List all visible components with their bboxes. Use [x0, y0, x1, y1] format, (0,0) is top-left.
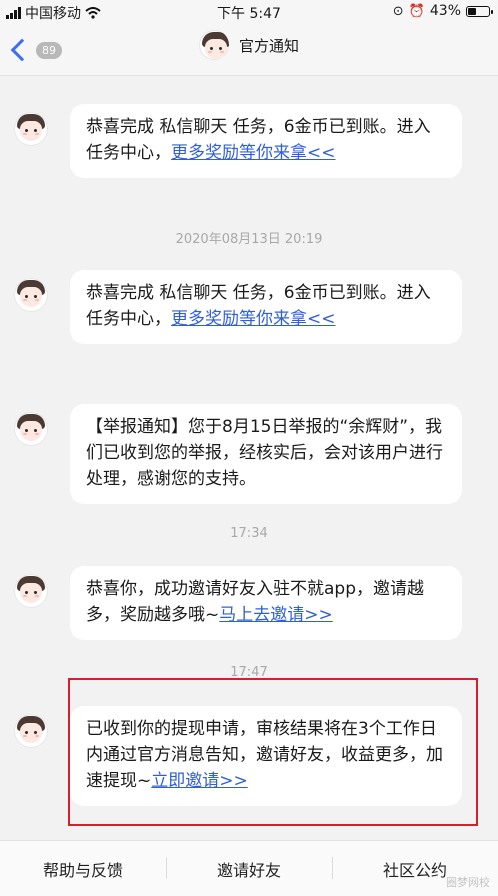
message-bubble: 恭喜完成 私信聊天 任务，6金币已到账。进入任务中心，更多奖励等你来拿<<	[70, 104, 462, 178]
more-rewards-link[interactable]: 更多奖励等你来拿<<	[171, 143, 336, 163]
highlight-box	[68, 678, 478, 826]
nav-bar: 89 官方通知	[0, 24, 498, 76]
invite-now-link[interactable]: 马上去邀请>>	[219, 605, 333, 625]
page-title: 官方通知	[238, 36, 299, 55]
status-bar: 中国移动 下午 5:47 ⊙ ⏰ 43%	[0, 0, 498, 24]
nav-title-group: 官方通知	[0, 30, 498, 60]
rotation-lock-icon: ⊙	[392, 3, 404, 19]
battery-percent: 43%	[429, 3, 461, 19]
avatar[interactable]	[14, 714, 48, 748]
battery-icon	[466, 5, 493, 17]
message-item: 【举报通知】您于8月15日举报的“余辉财”，我们已收到您的举报，经核实后，会对该…	[14, 404, 462, 504]
tab-help-feedback[interactable]: 帮助与反馈	[0, 841, 166, 896]
avatar[interactable]	[14, 412, 48, 446]
message-bubble: 【举报通知】您于8月15日举报的“余辉财”，我们已收到您的举报，经核实后，会对该…	[70, 404, 462, 504]
watermark: 圈梦网校	[446, 876, 490, 889]
tab-invite-friends[interactable]: 邀请好友	[166, 841, 332, 896]
timestamp: 17:34	[230, 526, 268, 541]
avatar[interactable]	[14, 574, 48, 608]
message-bubble: 恭喜完成 私信聊天 任务，6金币已到账。进入任务中心，更多奖励等你来拿<<	[70, 270, 462, 344]
avatar[interactable]	[14, 112, 48, 146]
message-item: 恭喜完成 私信聊天 任务，6金币已到账。进入任务中心，更多奖励等你来拿<<	[14, 270, 462, 344]
message-item: 恭喜完成 私信聊天 任务，6金币已到账。进入任务中心，更多奖励等你来拿<<	[14, 104, 462, 178]
message-bubble: 恭喜你，成功邀请好友入驻不就app，邀请越多，奖励越多哦~马上去邀请>>	[70, 566, 462, 640]
timestamp: 2020年08月13日 20:19	[175, 232, 323, 247]
avatar	[198, 30, 229, 60]
message-text: 【举报通知】您于8月15日举报的“余辉财”，我们已收到您的举报，经核实后，会对该…	[86, 417, 443, 489]
bottom-menu: 帮助与反馈 邀请好友 社区公约 圈梦网校	[0, 840, 498, 896]
avatar[interactable]	[14, 278, 48, 312]
battery-fill	[468, 7, 476, 15]
alarm-icon: ⏰	[408, 3, 425, 19]
more-rewards-link[interactable]: 更多奖励等你来拿<<	[171, 309, 336, 329]
message-item: 恭喜你，成功邀请好友入驻不就app，邀请越多，奖励越多哦~马上去邀请>>	[14, 566, 462, 640]
